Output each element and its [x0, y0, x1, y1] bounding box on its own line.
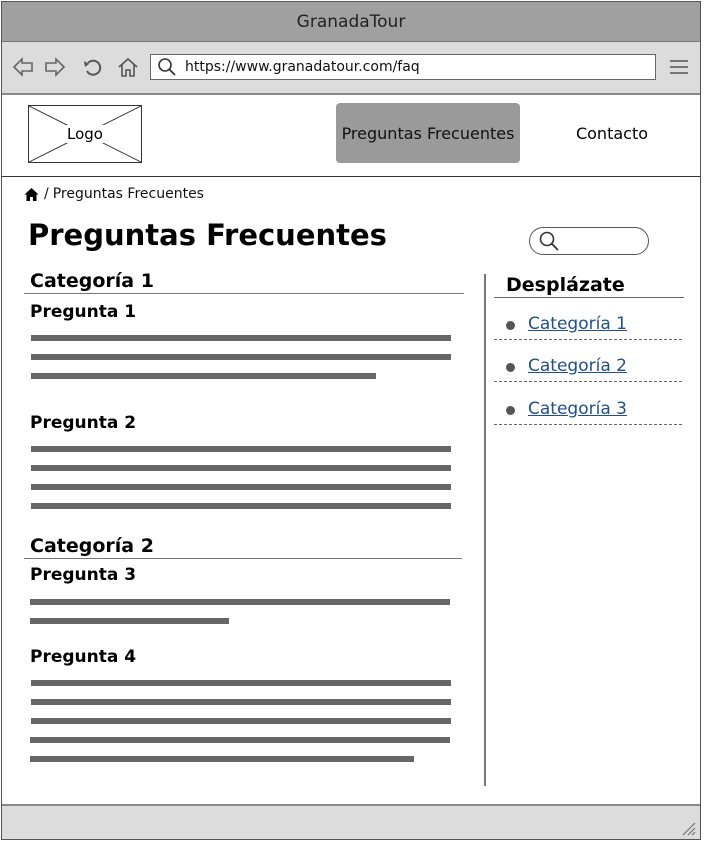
sidebar-item-categoria-1[interactable]: Categoría 1 — [494, 310, 682, 340]
text-line — [30, 756, 414, 762]
breadcrumb: / Preguntas Frecuentes — [24, 184, 204, 204]
search-input[interactable] — [529, 227, 649, 255]
nav-contact[interactable]: Contacto — [562, 103, 662, 163]
forward-icon — [45, 57, 66, 77]
question-title: Pregunta 2 — [30, 413, 137, 433]
window-titlebar: GranadaTour — [2, 2, 700, 42]
bullet-icon — [506, 363, 515, 372]
bullet-icon — [506, 321, 515, 330]
home-icon — [118, 57, 138, 77]
sidebar-link[interactable]: Categoría 1 — [528, 314, 627, 334]
text-line — [31, 373, 376, 379]
back-button[interactable] — [10, 54, 36, 80]
text-line — [30, 737, 450, 743]
search-icon — [158, 58, 176, 76]
bullet-icon — [506, 406, 515, 415]
menu-icon — [670, 60, 688, 74]
breadcrumb-current: Preguntas Frecuentes — [52, 186, 204, 202]
back-icon — [12, 57, 33, 77]
home-button[interactable] — [115, 54, 141, 80]
nav-faq[interactable]: Preguntas Frecuentes — [336, 103, 520, 163]
breadcrumb-separator: / — [44, 186, 49, 202]
sidebar-item-categoria-3[interactable]: Categoría 3 — [494, 395, 682, 425]
logo-label: Logo — [65, 125, 105, 143]
logo[interactable]: Logo — [28, 105, 142, 163]
home-icon[interactable] — [24, 187, 39, 202]
text-line — [31, 699, 451, 705]
text-line — [30, 618, 229, 624]
text-line — [31, 335, 451, 341]
browser-menu-button[interactable] — [668, 56, 690, 78]
category-heading: Categoría 2 — [24, 535, 462, 559]
question-title: Pregunta 1 — [30, 302, 137, 322]
text-line — [31, 354, 451, 360]
sidebar-link[interactable]: Categoría 2 — [528, 356, 627, 376]
search-icon — [539, 231, 559, 251]
browser-window: GranadaTour https://www.granadatour.com/… — [1, 1, 701, 840]
column-divider — [484, 274, 486, 786]
text-line — [31, 465, 451, 471]
url-text: https://www.granadatour.com/faq — [185, 59, 420, 75]
page-title: Preguntas Frecuentes — [28, 218, 387, 252]
category-heading: Categoría 1 — [24, 270, 464, 294]
question-title: Pregunta 4 — [30, 647, 137, 667]
reload-icon — [84, 59, 102, 76]
resize-grip-icon[interactable] — [680, 820, 696, 836]
address-bar[interactable]: https://www.granadatour.com/faq — [150, 54, 656, 80]
forward-button[interactable] — [42, 54, 68, 80]
site-header: Logo Preguntas Frecuentes Contacto — [2, 95, 700, 177]
sidebar-link[interactable]: Categoría 3 — [528, 399, 627, 419]
question-title: Pregunta 3 — [30, 565, 137, 585]
text-line — [31, 503, 451, 509]
text-line — [30, 599, 450, 605]
text-line — [31, 680, 451, 686]
text-line — [31, 484, 451, 490]
text-line — [31, 718, 451, 724]
sidebar-item-categoria-2[interactable]: Categoría 2 — [494, 352, 682, 382]
window-title: GranadaTour — [296, 11, 406, 32]
reload-button[interactable] — [80, 54, 106, 80]
browser-toolbar: https://www.granadatour.com/faq — [2, 42, 700, 95]
text-line — [31, 446, 451, 452]
status-bar — [2, 804, 700, 839]
sidebar-title: Desplázate — [494, 274, 684, 298]
